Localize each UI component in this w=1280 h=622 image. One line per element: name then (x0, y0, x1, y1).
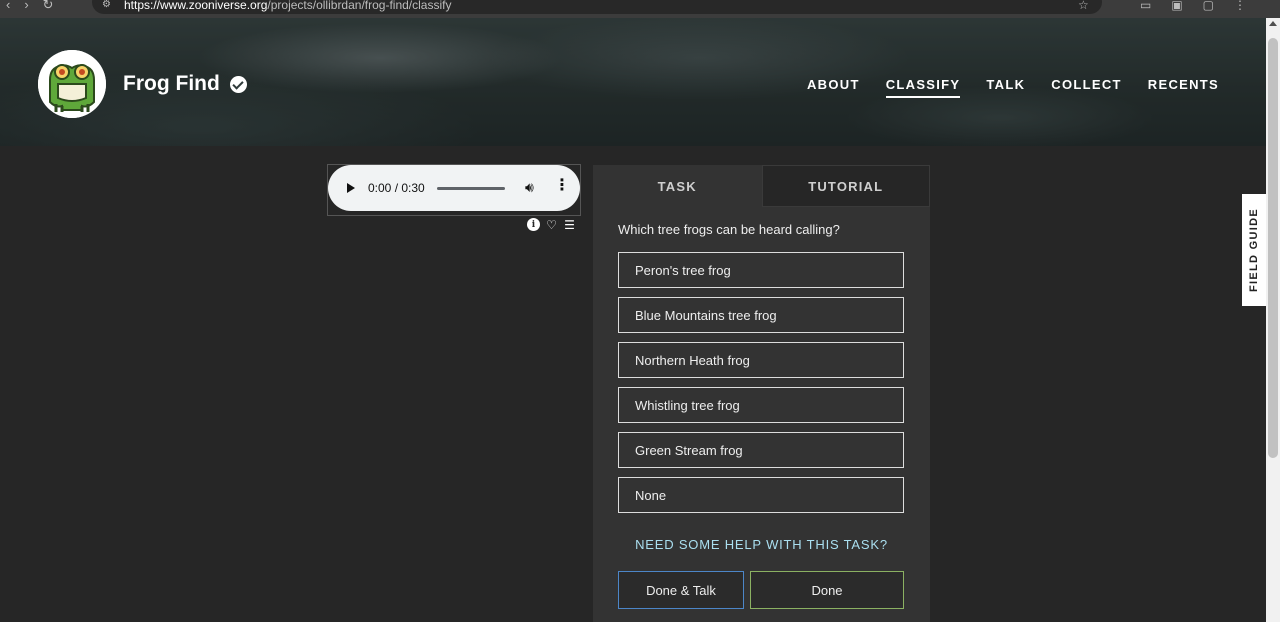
answer-option[interactable]: Blue Mountains tree frog (618, 297, 904, 333)
scroll-up-icon[interactable] (1269, 21, 1277, 26)
more-options-icon[interactable]: ⋮ (554, 178, 570, 194)
play-icon[interactable] (347, 183, 355, 193)
task-question: Which tree frogs can be heard calling? (618, 222, 840, 237)
audio-seek-bar[interactable] (437, 187, 505, 190)
frog-logo[interactable] (38, 50, 106, 118)
nav-collect[interactable]: COLLECT (1051, 77, 1121, 98)
favorite-heart-icon[interactable]: ♡ (545, 218, 558, 232)
answer-option[interactable]: None (618, 477, 904, 513)
answer-option[interactable]: Green Stream frog (618, 432, 904, 468)
done-button[interactable]: Done (750, 571, 904, 609)
nav-recents[interactable]: RECENTS (1148, 77, 1219, 98)
url-host: https://www.zooniverse.org (124, 0, 268, 12)
field-guide-button[interactable]: FIELD GUIDE (1242, 194, 1266, 306)
address-bar[interactable]: ⚙ https://www.zooniverse.org/projects/ol… (92, 0, 1102, 14)
project-nav: ABOUT CLASSIFY TALK COLLECT RECENTS (807, 77, 1219, 98)
collect-list-icon[interactable]: ☰ (563, 218, 576, 232)
browser-nav-buttons[interactable]: ‹›↻ (6, 0, 68, 13)
volume-icon[interactable]: 🔊︎ (525, 179, 534, 196)
nav-about[interactable]: ABOUT (807, 77, 860, 98)
audio-player[interactable]: 0:00 / 0:30 🔊︎ ⋮ (328, 165, 580, 211)
done-and-talk-button[interactable]: Done & Talk (618, 571, 744, 609)
browser-toolbar: ‹›↻ ⚙ https://www.zooniverse.org/project… (0, 0, 1280, 18)
audio-time: 0:00 / 0:30 (368, 181, 425, 195)
subject-viewer: 0:00 / 0:30 🔊︎ ⋮ (327, 164, 581, 216)
frog-icon (38, 50, 106, 118)
url-path: /projects/ollibrdan/frog-find/classify (267, 0, 452, 12)
nav-classify[interactable]: CLASSIFY (885, 77, 961, 98)
task-tabs: TASK TUTORIAL (593, 165, 930, 207)
answer-option[interactable]: Whistling tree frog (618, 387, 904, 423)
answer-list: Peron's tree frog Blue Mountains tree fr… (618, 252, 904, 522)
tab-tutorial[interactable]: TUTORIAL (761, 165, 930, 207)
verified-check-icon (230, 76, 247, 93)
address-url[interactable]: https://www.zooniverse.org/projects/olli… (124, 0, 451, 12)
site-info-icon[interactable]: ⚙ (102, 0, 111, 10)
task-panel: TASK TUTORIAL Which tree frogs can be he… (593, 165, 930, 622)
bookmark-star-icon[interactable]: ☆ (1078, 0, 1089, 12)
field-guide-label: FIELD GUIDE (1248, 208, 1260, 292)
task-help-link[interactable]: NEED SOME HELP WITH THIS TASK? (593, 537, 930, 552)
tab-task[interactable]: TASK (593, 165, 762, 207)
subject-tools: i ♡ ☰ (527, 218, 576, 232)
nav-talk[interactable]: TALK (986, 77, 1025, 98)
info-icon[interactable]: i (527, 218, 540, 231)
project-title[interactable]: Frog Find (123, 72, 220, 96)
answer-option[interactable]: Northern Heath frog (618, 342, 904, 378)
browser-extension-icons[interactable]: ▭▣▢⋮ (1140, 0, 1266, 12)
answer-option[interactable]: Peron's tree frog (618, 252, 904, 288)
project-header: Frog Find ABOUT CLASSIFY TALK COLLECT RE… (0, 18, 1266, 146)
page-scrollbar[interactable] (1266, 18, 1280, 622)
scrollbar-thumb[interactable] (1268, 38, 1278, 458)
